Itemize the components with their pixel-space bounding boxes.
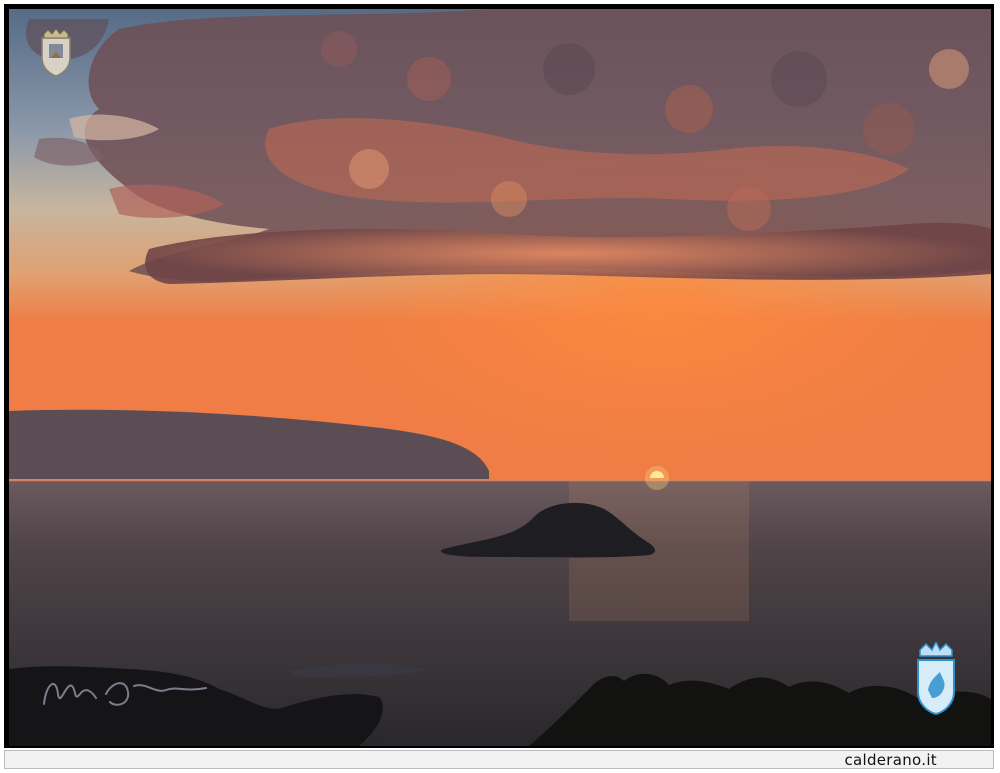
shield-crest-icon <box>917 642 955 716</box>
site-caption: calderano.it <box>844 751 937 769</box>
coat-of-arms-icon <box>41 28 71 77</box>
signature-watermark <box>43 682 207 706</box>
caption-bar: calderano.it <box>4 750 994 769</box>
sunset-photo <box>9 9 991 746</box>
